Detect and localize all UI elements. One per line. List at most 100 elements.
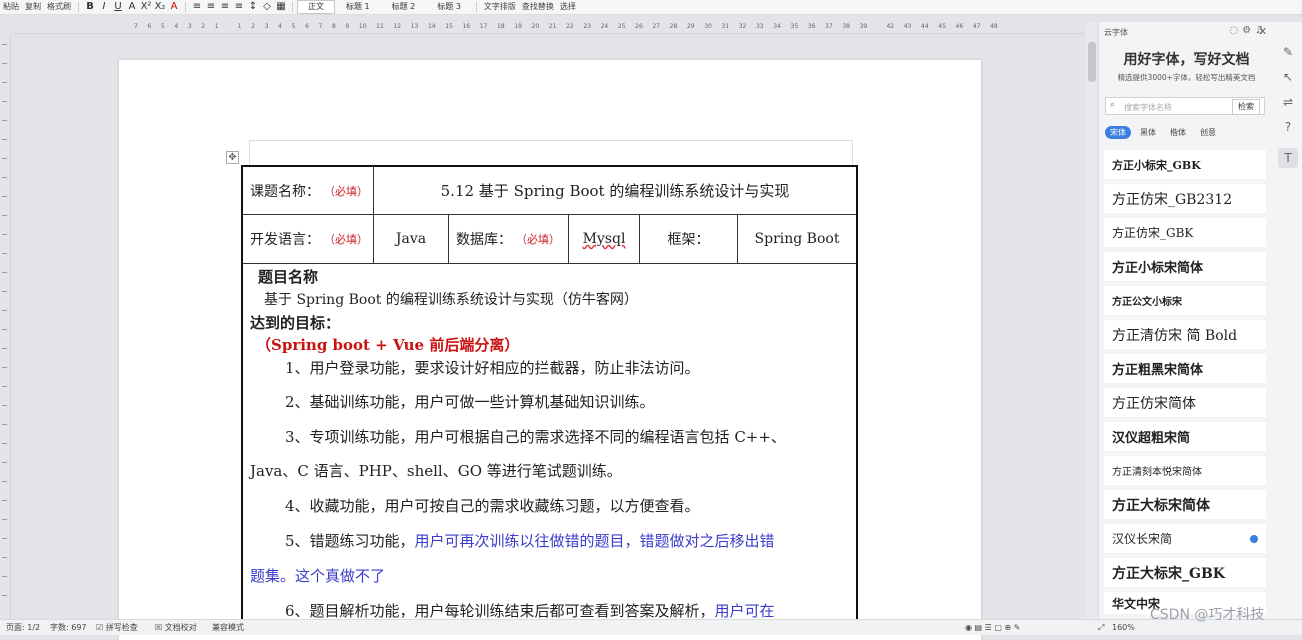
border-icon[interactable]: ▦: [274, 0, 288, 14]
view-icons[interactable]: ◉ ▤ ☰ ▢ ⊕ ✎: [965, 620, 1020, 635]
item5-comment-cont: 题集。这个真做不了: [250, 567, 386, 585]
font-item[interactable]: 方正粗黑宋简体: [1104, 354, 1266, 383]
search-input[interactable]: 搜索字体名称: [1124, 102, 1172, 113]
style-heading-2[interactable]: 标题 2: [381, 0, 427, 14]
filter-song[interactable]: 宋体: [1105, 126, 1131, 139]
vip-badge-icon: [1250, 534, 1258, 543]
database-label-cell[interactable]: 数据库： （必填）: [449, 215, 569, 263]
ruler-number: 11: [376, 23, 384, 30]
align-right-icon[interactable]: ≡: [218, 0, 232, 14]
spell-check[interactable]: ☑ 拼写检查: [96, 620, 138, 635]
topic-label-cell[interactable]: 课题名称： （必填）: [243, 167, 374, 214]
bold-button[interactable]: B: [83, 0, 97, 14]
gear-icon[interactable]: ⚙: [1242, 25, 1255, 36]
italic-button[interactable]: I: [97, 0, 111, 14]
word-count[interactable]: 字数: 697: [50, 620, 87, 635]
font-item[interactable]: 方正仿宋_GBK: [1104, 218, 1266, 247]
divider: [292, 2, 293, 12]
font-color-button[interactable]: A: [167, 0, 181, 14]
style-heading-3[interactable]: 标题 3: [426, 0, 472, 14]
paste-button[interactable]: 粘贴: [0, 0, 22, 14]
font-item[interactable]: 方正仿宋_GB2312: [1104, 184, 1266, 213]
ruler-number: 31: [721, 23, 730, 30]
font-item[interactable]: 方正小标宋简体: [1104, 252, 1266, 281]
shading-icon[interactable]: ◇: [260, 0, 274, 14]
font-search-box[interactable]: ⌕ 搜索字体名称 检索: [1105, 97, 1265, 115]
font-item[interactable]: 方正小标宋_GBK: [1104, 150, 1266, 179]
copy-button[interactable]: 复制: [22, 0, 44, 14]
font-item[interactable]: 方正大标宋_GBK: [1104, 558, 1266, 587]
goal-label: 达到的目标：: [250, 314, 341, 332]
ruler-number: 12: [393, 23, 402, 30]
search-button[interactable]: 检索: [1232, 99, 1260, 115]
filter-creative[interactable]: 创意: [1195, 126, 1221, 139]
ruler-number: 3: [264, 23, 269, 30]
justify-icon[interactable]: ≡: [232, 0, 246, 14]
ruler-number: 35: [790, 23, 799, 30]
font-item[interactable]: 方正仿宋简体: [1104, 388, 1266, 417]
language-value-cell[interactable]: Java: [374, 215, 449, 263]
line-spacing-icon[interactable]: ↕: [246, 0, 260, 14]
zoom-icon[interactable]: ⤢: [1098, 620, 1104, 635]
text-layout-button[interactable]: 文字排版: [481, 0, 519, 14]
ruler-number: 8: [331, 23, 336, 30]
style-heading-1[interactable]: 标题 1: [335, 0, 381, 14]
style-normal[interactable]: 正文: [297, 0, 335, 14]
pen-icon[interactable]: ✎: [1278, 42, 1298, 62]
font-item[interactable]: 方正大标宋简体: [1104, 490, 1266, 519]
font-item[interactable]: 方正公文小标宋: [1104, 286, 1266, 315]
vertical-ruler[interactable]: [0, 34, 11, 619]
panel-title: 云字体: [1104, 28, 1128, 37]
ruler-number: 10: [358, 23, 367, 30]
ruler-tick: [2, 234, 7, 235]
ruler-number: 25: [617, 23, 626, 30]
page-count[interactable]: 页面: 1/2: [6, 620, 40, 635]
font-item[interactable]: 汉仪超粗宋简: [1104, 422, 1266, 451]
horizontal-ruler[interactable]: 7 6 5 4 3 2 1 1 2 3 4 5 6 7 8 9 10 11 12 13 14 15 16 17 18 19 20 21…: [14, 21, 1084, 34]
document-scrollbar[interactable]: [1086, 22, 1098, 619]
ruler-number: 17: [479, 23, 488, 30]
sliders-icon[interactable]: ⇌: [1278, 92, 1298, 112]
superscript-button[interactable]: X²: [139, 0, 153, 14]
framework-label-cell[interactable]: 框架：: [640, 215, 738, 263]
font-item[interactable]: 方正清仿宋 简 Bold: [1104, 320, 1266, 349]
chat-icon[interactable]: ◌: [1229, 25, 1242, 36]
zoom-level[interactable]: 160%: [1112, 620, 1135, 635]
language-label-cell[interactable]: 开发语言： （必填）: [243, 215, 374, 263]
format-painter-button[interactable]: 格式刷: [44, 0, 74, 14]
table-move-handle-icon[interactable]: ✥: [226, 151, 239, 164]
font-item[interactable]: 汉仪长宋简: [1104, 524, 1266, 553]
database-value-cell[interactable]: Mysql: [569, 215, 640, 263]
font-icon[interactable]: T: [1278, 148, 1298, 168]
ruler-tick: [2, 82, 7, 83]
font-item[interactable]: 方正清刻本悦宋简体: [1104, 456, 1266, 485]
close-icon[interactable]: ✕: [1258, 25, 1267, 38]
item5-text: 5、错题练习功能，: [285, 532, 415, 550]
doc-proofread[interactable]: ☒ 文档校对: [155, 620, 197, 635]
filter-hei[interactable]: 黑体: [1135, 126, 1161, 139]
topic-label: 课题名称：: [250, 183, 320, 200]
ruler-number: 42: [886, 23, 895, 30]
find-replace-button[interactable]: 查找替换: [519, 0, 557, 14]
filter-kai[interactable]: 楷体: [1165, 126, 1191, 139]
topic-value-cell[interactable]: 5.12 基于 Spring Boot 的编程训练系统设计与实现: [374, 167, 856, 214]
ruler-tick: [2, 158, 7, 159]
framework-value-cell[interactable]: Spring Boot: [738, 215, 856, 263]
ruler-number: 24: [600, 23, 609, 30]
strikethrough-button[interactable]: A: [125, 0, 139, 14]
ruler-tick: [2, 348, 7, 349]
ruler-number: 30: [704, 23, 712, 30]
underline-button[interactable]: U: [111, 0, 125, 14]
select-button[interactable]: 选择: [557, 0, 579, 14]
scrollbar-thumb[interactable]: [1088, 42, 1096, 82]
requirements-table[interactable]: 课题名称： （必填） 5.12 基于 Spring Boot 的编程训练系统设计与…: [241, 165, 858, 625]
ruler-number: 9: [345, 23, 350, 30]
cursor-icon[interactable]: ↖: [1278, 67, 1298, 87]
help-icon[interactable]: ?: [1278, 117, 1298, 137]
ruler-tick: [2, 177, 7, 178]
database-label: 数据库：: [456, 232, 512, 248]
ruler-number: 32: [738, 23, 747, 30]
subscript-button[interactable]: X₂: [153, 0, 167, 14]
align-center-icon[interactable]: ≡: [204, 0, 218, 14]
align-left-icon[interactable]: ≡: [190, 0, 204, 14]
